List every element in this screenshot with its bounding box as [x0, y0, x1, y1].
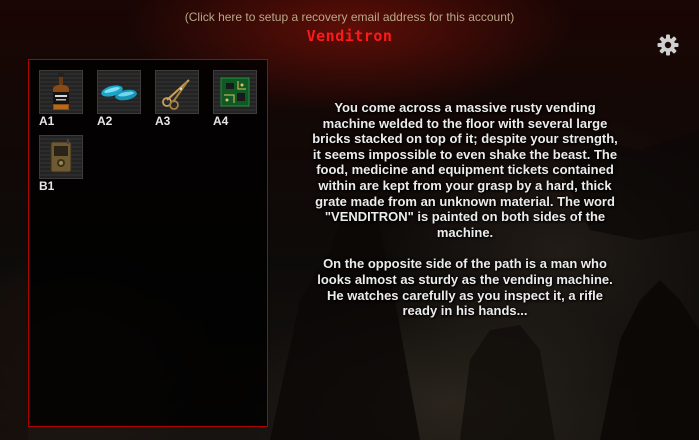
- item-tile: [39, 135, 83, 179]
- blue-pills-icon: [101, 85, 137, 101]
- scissors-icon: [162, 79, 190, 110]
- whiskey-bottle-icon: [53, 73, 69, 110]
- item-tile: [213, 70, 257, 114]
- item-tile: [97, 70, 141, 114]
- game-screen: (Click here to setup a recovery email ad…: [0, 0, 699, 440]
- slot-code: A4: [213, 114, 229, 128]
- page-title: Venditron: [306, 27, 393, 45]
- slot-code: A2: [97, 114, 113, 128]
- inventory-slot-a4[interactable]: A4: [213, 70, 257, 128]
- story-text: You come across a massive rusty vending …: [310, 100, 620, 335]
- story-paragraph: On the opposite side of the path is a ma…: [317, 256, 613, 319]
- inventory-slot-a1[interactable]: A1: [39, 70, 83, 128]
- inventory-panel: A1 A2 A3 A4 B1: [28, 59, 268, 427]
- slot-code: A3: [155, 114, 171, 128]
- inventory-slot-a2[interactable]: A2: [97, 70, 141, 128]
- inventory-slot-b1[interactable]: B1: [39, 135, 83, 193]
- circuit-board-icon: [220, 77, 250, 107]
- radio-device-icon: [50, 139, 72, 173]
- inventory-slot-a3[interactable]: A3: [155, 70, 199, 128]
- item-tile: [155, 70, 199, 114]
- story-paragraph: You come across a massive rusty vending …: [312, 100, 618, 240]
- slot-code: B1: [39, 179, 55, 193]
- settings-button[interactable]: [657, 34, 679, 56]
- recovery-email-link[interactable]: (Click here to setup a recovery email ad…: [0, 10, 699, 24]
- slot-code: A1: [39, 114, 55, 128]
- item-tile: [39, 70, 83, 114]
- gear-icon: [657, 34, 679, 56]
